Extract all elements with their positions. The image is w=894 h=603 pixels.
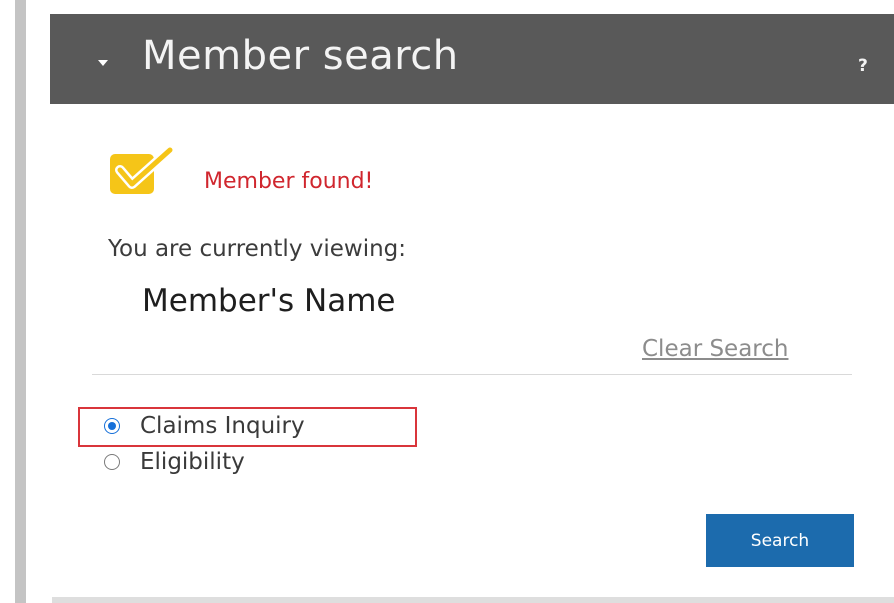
panel-header: Member search ? (50, 14, 894, 104)
collapse-caret-icon[interactable] (98, 60, 108, 66)
option-eligibility[interactable]: Eligibility (104, 449, 245, 475)
option-label-eligibility[interactable]: Eligibility (140, 449, 245, 475)
left-border (15, 0, 26, 603)
divider (92, 374, 852, 375)
clear-search-link[interactable]: Clear Search (642, 336, 788, 362)
option-claims-inquiry[interactable]: Claims Inquiry (104, 413, 305, 439)
bottom-border (52, 597, 894, 603)
help-icon[interactable]: ? (858, 56, 868, 76)
radio-eligibility[interactable] (104, 454, 120, 470)
panel-title: Member search (142, 33, 459, 79)
viewing-label: You are currently viewing: (108, 236, 407, 262)
radio-claims-inquiry[interactable] (104, 418, 120, 434)
member-name: Member's Name (142, 283, 396, 319)
option-label-claims-inquiry[interactable]: Claims Inquiry (140, 413, 305, 439)
checkmark-badge-icon (110, 146, 175, 194)
member-search-panel: Member search ? Member found! You are cu… (26, 0, 894, 603)
member-found-message: Member found! (204, 169, 374, 194)
search-button[interactable]: Search (706, 514, 854, 567)
